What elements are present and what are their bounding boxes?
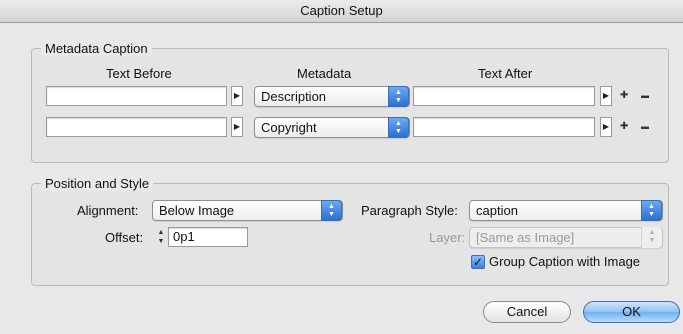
chevron-updown-icon: ▲ ▼ <box>388 117 409 138</box>
metadata-select-1-value: Description <box>261 89 327 104</box>
window-title: Caption Setup <box>0 0 683 23</box>
alignment-label: Alignment: <box>77 203 139 218</box>
add-row-icon[interactable]: ✚ <box>620 88 628 104</box>
metadata-select-2-value: Copyright <box>261 120 317 135</box>
insert-special-char-button-after-2[interactable]: ▶ <box>600 117 612 137</box>
remove-row-icon[interactable]: ▬ <box>641 88 649 104</box>
text-before-header: Text Before <box>106 66 172 81</box>
chevron-updown-icon: ▲ ▼ <box>641 200 662 221</box>
chevron-updown-icon: ▲ ▼ <box>321 200 342 221</box>
metadata-caption-title: Metadata Caption <box>41 42 152 56</box>
position-style-title: Position and Style <box>41 177 154 191</box>
insert-special-char-button-after-1[interactable]: ▶ <box>600 86 612 106</box>
metadata-header: Metadata <box>297 66 352 81</box>
offset-label: Offset: <box>105 230 144 245</box>
text-after-header: Text After <box>478 66 533 81</box>
layer-select-value: [Same as Image] <box>476 230 575 245</box>
group-caption-label[interactable]: Group Caption with Image <box>489 254 640 270</box>
alignment-select[interactable]: Below Image ▲ ▼ <box>152 200 343 221</box>
insert-special-char-button-1[interactable]: ▶ <box>231 86 243 106</box>
add-row-icon[interactable]: ✚ <box>620 119 628 135</box>
group-caption-checkbox[interactable]: ✓ <box>471 255 485 269</box>
text-before-field-2[interactable] <box>46 117 227 137</box>
alignment-select-value: Below Image <box>159 203 235 218</box>
insert-special-char-button-2[interactable]: ▶ <box>231 117 243 137</box>
paragraph-style-label: Paragraph Style: <box>361 203 458 218</box>
offset-field[interactable]: 0p1 <box>168 227 248 247</box>
text-after-field-1[interactable] <box>413 86 595 106</box>
layer-select: [Same as Image] ▲ ▼ <box>469 227 663 248</box>
text-before-field-1[interactable] <box>46 86 227 106</box>
offset-stepper-icon[interactable]: ▲ ▼ <box>155 228 167 248</box>
metadata-select-2[interactable]: Copyright ▲ ▼ <box>254 117 410 138</box>
ok-button[interactable]: OK <box>583 301 680 323</box>
remove-row-icon[interactable]: ▬ <box>641 119 649 135</box>
paragraph-style-select-value: caption <box>476 203 518 218</box>
chevron-updown-icon: ▲ ▼ <box>641 227 662 248</box>
layer-label: Layer: <box>429 230 466 245</box>
paragraph-style-select[interactable]: caption ▲ ▼ <box>469 200 663 221</box>
text-after-field-2[interactable] <box>413 117 595 137</box>
cancel-button[interactable]: Cancel <box>483 301 571 323</box>
metadata-select-1[interactable]: Description ▲ ▼ <box>254 86 410 107</box>
chevron-updown-icon: ▲ ▼ <box>388 86 409 107</box>
